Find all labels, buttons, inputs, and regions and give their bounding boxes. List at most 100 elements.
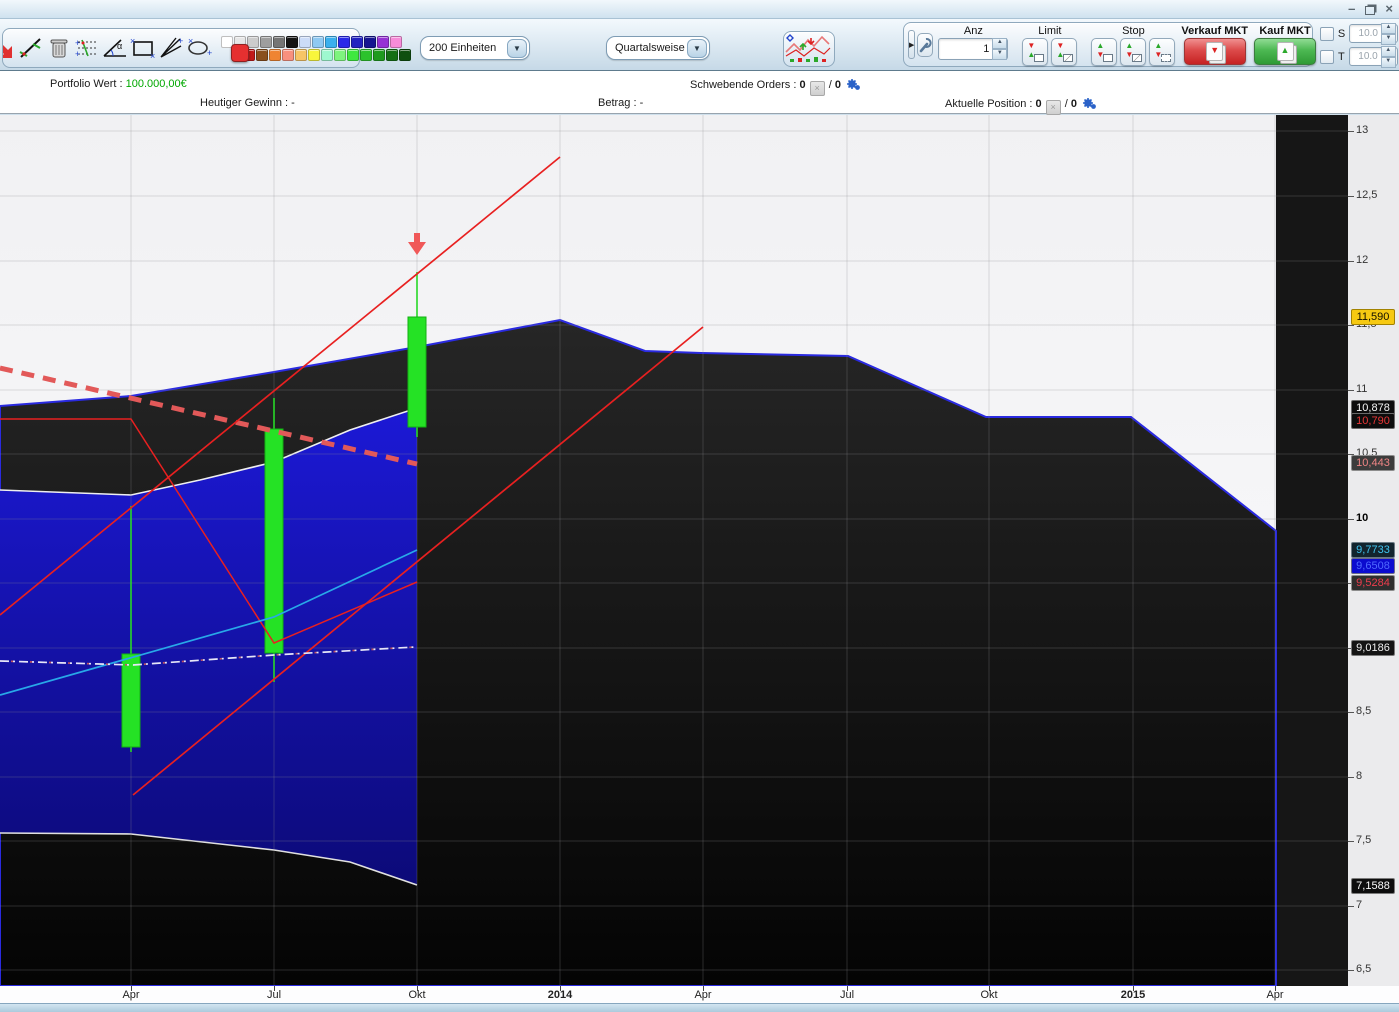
price-tick-label: 12 bbox=[1356, 254, 1368, 266]
svg-text:+: + bbox=[178, 36, 183, 46]
price-tick-label: 10 bbox=[1356, 512, 1368, 524]
price-tick-label: 12,5 bbox=[1356, 189, 1377, 201]
price-tick bbox=[1348, 906, 1354, 907]
t-value-stepper[interactable]: 10.0 ▲▼ bbox=[1349, 47, 1398, 66]
position-count: 0 bbox=[1036, 98, 1042, 110]
gear-icon[interactable] bbox=[846, 78, 861, 94]
palette-color[interactable] bbox=[334, 49, 346, 61]
price-tick bbox=[1348, 390, 1354, 391]
trading-panel: ▶ Anz 1 ▲▼ Limit ▼ ▲ bbox=[903, 22, 1313, 67]
line-draw-tool-icon[interactable] bbox=[17, 34, 45, 62]
palette-color[interactable] bbox=[360, 49, 372, 61]
sell-market-button[interactable]: ▼ bbox=[1184, 38, 1246, 65]
palette-color[interactable] bbox=[269, 49, 281, 61]
spinner-arrows[interactable]: ▲▼ bbox=[992, 38, 1007, 60]
time-tick-label: 2015 bbox=[1121, 989, 1145, 1001]
s-label: S bbox=[1338, 28, 1345, 40]
pending-orders-label: Schwebende Orders : bbox=[690, 79, 796, 91]
limit-buy-order-button[interactable]: ▼ ▲ bbox=[1022, 38, 1048, 66]
pending-orders-count2: 0 bbox=[835, 79, 841, 91]
palette-color[interactable] bbox=[390, 36, 402, 48]
palette-color[interactable] bbox=[312, 36, 324, 48]
fan-lines-tool-icon[interactable]: + bbox=[157, 34, 185, 62]
palette-color[interactable] bbox=[386, 49, 398, 61]
orders-list-icon[interactable]: × bbox=[810, 81, 825, 96]
chevron-down-icon[interactable]: ▼ bbox=[687, 39, 707, 58]
chart-canvas[interactable] bbox=[0, 115, 1348, 986]
chart-type-button[interactable] bbox=[783, 31, 835, 67]
palette-color[interactable] bbox=[321, 49, 333, 61]
panel-collapse-handle[interactable]: ▶ bbox=[908, 30, 915, 59]
s-value-stepper[interactable]: 10.0 ▲▼ bbox=[1349, 24, 1398, 43]
palette-color[interactable] bbox=[338, 36, 350, 48]
price-chart[interactable] bbox=[0, 115, 1399, 986]
settings-wrench-button[interactable] bbox=[917, 33, 933, 57]
price-tick-label: 7 bbox=[1356, 899, 1362, 911]
slash: / bbox=[1065, 98, 1068, 110]
price-tick-label: 8 bbox=[1356, 770, 1362, 782]
trash-icon[interactable] bbox=[45, 34, 73, 62]
palette-color[interactable] bbox=[347, 49, 359, 61]
palette-color[interactable] bbox=[351, 36, 363, 48]
close-icon[interactable]: × bbox=[1385, 2, 1393, 15]
limit-group: Limit ▼ ▲ ▼ ▲ bbox=[1019, 24, 1080, 65]
spinner-arrows[interactable]: ▲▼ bbox=[1381, 46, 1396, 68]
stop-order-button-3[interactable]: ▲ ▼ bbox=[1149, 38, 1175, 66]
price-value-label: 7,1588 bbox=[1351, 878, 1395, 894]
limit-sell-order-button[interactable]: ▼ ▲ bbox=[1051, 38, 1077, 66]
s-checkbox[interactable] bbox=[1320, 27, 1334, 41]
palette-color[interactable] bbox=[308, 49, 320, 61]
quantity-stepper[interactable]: 1 ▲▼ bbox=[938, 38, 1008, 60]
today-gain-text: Heutiger Gewinn : - bbox=[200, 97, 295, 109]
svg-text:+: + bbox=[75, 38, 80, 48]
period-dropdown[interactable]: Quartalsweise ▼ bbox=[606, 36, 710, 60]
palette-color[interactable] bbox=[299, 36, 311, 48]
selected-color-swatch[interactable] bbox=[231, 44, 249, 62]
palette-color[interactable] bbox=[295, 49, 307, 61]
stop-group: Stop ▲ ▼ ▲ ▼ ▲ ▼ bbox=[1088, 24, 1178, 65]
color-palette bbox=[219, 36, 411, 61]
units-dropdown[interactable]: 200 Einheiten ▼ bbox=[420, 36, 530, 60]
price-axis[interactable]: 1312,51211,51110,5109,598,587,576,511,59… bbox=[1348, 115, 1399, 986]
main-toolbar: ++ α ×× + +× 200 Einheiten ▼ Quartalswei… bbox=[0, 19, 1399, 72]
current-position-label: Aktuelle Position : bbox=[945, 98, 1032, 110]
chevron-down-icon[interactable]: ▼ bbox=[507, 39, 527, 58]
time-tick-label: Okt bbox=[980, 989, 997, 1001]
position-list-icon[interactable]: × bbox=[1046, 100, 1061, 115]
palette-color[interactable] bbox=[399, 49, 411, 61]
time-axis[interactable]: 2013 AprJulOkt2014AprJulOkt2015Apr bbox=[0, 986, 1399, 1003]
stop-label: Stop bbox=[1122, 25, 1145, 37]
palette-color[interactable] bbox=[377, 36, 389, 48]
stop-order-button-1[interactable]: ▲ ▼ bbox=[1091, 38, 1117, 66]
axis-margin-strip bbox=[1276, 115, 1348, 986]
gear-icon[interactable] bbox=[1082, 97, 1097, 113]
buy-market-button[interactable]: ▲ bbox=[1254, 38, 1316, 65]
palette-color[interactable] bbox=[273, 36, 285, 48]
palette-color[interactable] bbox=[282, 49, 294, 61]
palette-color[interactable] bbox=[247, 36, 259, 48]
palette-color[interactable] bbox=[286, 36, 298, 48]
palette-color[interactable] bbox=[325, 36, 337, 48]
ellipse-tool-icon[interactable]: +× bbox=[185, 34, 213, 62]
palette-color[interactable] bbox=[260, 36, 272, 48]
buy-order-icon: ▲ bbox=[1277, 42, 1294, 61]
price-tick bbox=[1348, 196, 1354, 197]
limit-label: Limit bbox=[1038, 25, 1061, 37]
price-tick bbox=[1348, 131, 1354, 132]
stop-trail-settings: S 10.0 ▲▼ T 10.0 ▲▼ bbox=[1320, 24, 1398, 70]
palette-color[interactable] bbox=[364, 36, 376, 48]
restore-icon[interactable] bbox=[1365, 6, 1375, 15]
stop-order-button-2[interactable]: ▲ ▼ bbox=[1120, 38, 1146, 66]
draw-arrow-tool-icon[interactable] bbox=[3, 34, 17, 62]
study-lines-tool-icon[interactable]: ++ bbox=[73, 34, 101, 62]
t-checkbox[interactable] bbox=[1320, 50, 1334, 64]
minimize-icon[interactable]: – bbox=[1348, 2, 1355, 15]
portfolio-label: Portfolio Wert : bbox=[50, 78, 123, 90]
angle-tool-icon[interactable]: α bbox=[101, 34, 129, 62]
spinner-arrows[interactable]: ▲▼ bbox=[1381, 23, 1396, 45]
time-tick-label: Okt bbox=[408, 989, 425, 1001]
rectangle-tool-icon[interactable]: ×× bbox=[129, 34, 157, 62]
palette-color[interactable] bbox=[256, 49, 268, 61]
palette-color[interactable] bbox=[373, 49, 385, 61]
price-tick bbox=[1348, 519, 1354, 520]
